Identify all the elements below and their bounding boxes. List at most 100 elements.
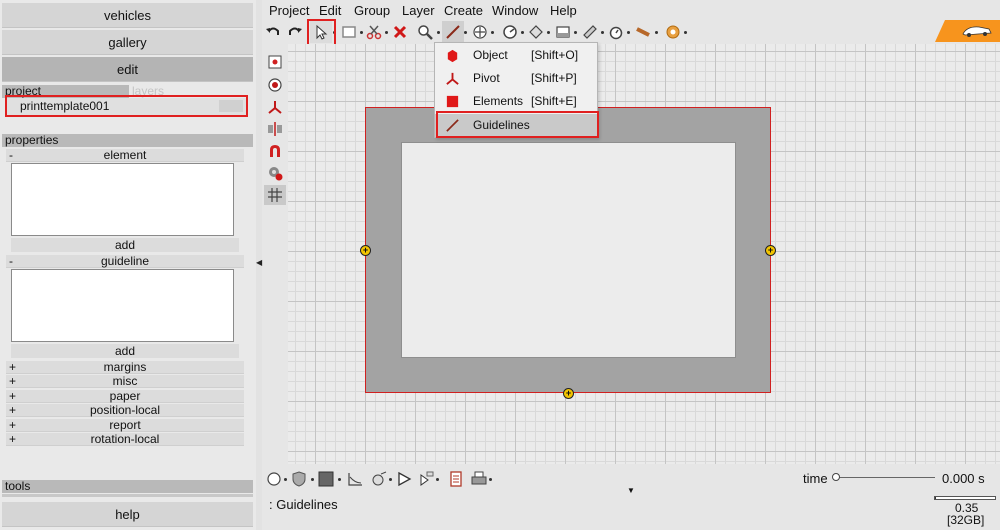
element-section-row[interactable]: - element <box>6 149 244 162</box>
highlight-select-tool <box>307 19 336 46</box>
dropdown-dot[interactable] <box>601 31 604 34</box>
guideline-add-button[interactable]: add <box>11 344 239 358</box>
menu-item-object[interactable]: Object [Shift+O] <box>435 44 597 67</box>
handle-right[interactable]: + <box>765 245 776 256</box>
select-frame-icon[interactable] <box>264 52 286 72</box>
property-group-label: paper <box>109 389 141 403</box>
graph-icon[interactable] <box>345 469 365 489</box>
handle-left[interactable]: + <box>360 245 371 256</box>
settings-icon[interactable] <box>264 163 286 183</box>
grid-icon[interactable] <box>264 185 286 205</box>
tag-icon[interactable] <box>525 21 547 43</box>
scroll-down-caret-icon[interactable]: ▼ <box>627 486 635 495</box>
zoom-icon[interactable] <box>414 21 436 43</box>
tools-header: tools <box>2 480 253 493</box>
menu-item-label: Elements <box>473 94 524 108</box>
property-group-margins[interactable]: + margins <box>6 361 244 374</box>
undo-icon[interactable] <box>262 21 284 43</box>
dropdown-dot[interactable] <box>627 31 630 34</box>
circle-shape-icon[interactable] <box>264 469 284 489</box>
menu-item-elements[interactable]: Elements [Shift+E] <box>435 90 597 113</box>
menu-group[interactable]: Group <box>354 2 390 20</box>
dropdown-dot[interactable] <box>436 478 439 481</box>
axes-icon[interactable] <box>264 97 286 117</box>
element-list[interactable] <box>11 163 234 236</box>
cut-icon[interactable] <box>363 21 385 43</box>
frame-step-icon[interactable] <box>416 469 436 489</box>
align-icon[interactable] <box>264 119 286 139</box>
menu-help[interactable]: Help <box>550 2 577 20</box>
bottom-toolbar <box>262 464 1000 530</box>
property-group-misc[interactable]: + misc <box>6 375 244 388</box>
dropdown-dot[interactable] <box>284 478 287 481</box>
time-label: time <box>803 471 828 486</box>
dropdown-dot[interactable] <box>437 31 440 34</box>
vehicles-button[interactable]: vehicles <box>2 3 253 28</box>
element-add-button[interactable]: add <box>11 238 239 252</box>
dropdown-dot[interactable] <box>385 31 388 34</box>
fill-color-icon[interactable] <box>316 469 336 489</box>
redo-icon[interactable] <box>284 21 306 43</box>
dropdown-dot[interactable] <box>489 478 492 481</box>
highlight-guidelines-item <box>436 111 599 138</box>
time-slider[interactable] <box>835 477 935 478</box>
shield-icon[interactable] <box>289 469 309 489</box>
move-icon[interactable] <box>469 21 491 43</box>
dropdown-dot[interactable] <box>547 31 550 34</box>
magnet-icon[interactable] <box>264 141 286 161</box>
menu-project[interactable]: Project <box>269 2 309 20</box>
property-group-position-local[interactable]: + position-local <box>6 404 244 417</box>
pencil-icon[interactable] <box>632 21 654 43</box>
paper-area[interactable] <box>401 142 736 358</box>
rectangle-icon[interactable] <box>338 21 360 43</box>
help-circle-icon[interactable] <box>662 21 684 43</box>
time-value: 0.000 s <box>942 471 985 486</box>
menu-layer[interactable]: Layer <box>402 2 435 20</box>
property-group-rotation-local[interactable]: + rotation-local <box>6 433 244 446</box>
guideline-section-row[interactable]: - guideline <box>6 255 244 268</box>
panel-splitter[interactable]: ◀ <box>256 0 262 530</box>
elements-square-icon <box>446 95 459 108</box>
time-slider-knob[interactable] <box>832 473 840 481</box>
menu-item-shortcut: [Shift+E] <box>531 94 577 108</box>
property-group-label: position-local <box>89 403 161 417</box>
help-button[interactable]: help <box>2 502 253 527</box>
handle-bottom[interactable]: + <box>563 388 574 399</box>
dropdown-dot[interactable] <box>574 31 577 34</box>
clock-icon[interactable] <box>605 21 627 43</box>
ruler-icon[interactable] <box>579 21 601 43</box>
dropdown-dot[interactable] <box>389 478 392 481</box>
target-icon[interactable] <box>264 75 286 95</box>
render-icon[interactable] <box>369 469 389 489</box>
property-group-label: misc <box>112 374 138 388</box>
tools-panel-edge <box>2 494 253 497</box>
menu-item-pivot[interactable]: Pivot [Shift+P] <box>435 67 597 90</box>
gallery-button[interactable]: gallery <box>2 30 253 55</box>
app-window: vehicles gallery edit project layers pri… <box>0 0 1000 530</box>
menu-item-label: Object <box>473 48 508 62</box>
menu-window[interactable]: Window <box>492 2 538 20</box>
guideline-pen-icon[interactable] <box>442 21 464 43</box>
snap-icon[interactable] <box>499 21 521 43</box>
document-icon[interactable] <box>446 469 466 489</box>
dropdown-dot[interactable] <box>311 478 314 481</box>
menu-create[interactable]: Create <box>444 2 483 20</box>
highlight-project-item <box>5 95 248 117</box>
dropdown-dot[interactable] <box>655 31 658 34</box>
property-group-paper[interactable]: + paper <box>6 390 244 403</box>
delete-icon[interactable] <box>389 21 411 43</box>
dropdown-dot[interactable] <box>464 31 467 34</box>
dropdown-dot[interactable] <box>491 31 494 34</box>
print-icon[interactable] <box>469 469 489 489</box>
guideline-section-title: guideline <box>100 254 150 268</box>
guideline-list[interactable] <box>11 269 234 342</box>
dropdown-dot[interactable] <box>684 31 687 34</box>
edit-button[interactable]: edit <box>2 57 253 82</box>
play-icon[interactable] <box>394 469 414 489</box>
dropdown-dot[interactable] <box>521 31 524 34</box>
property-group-report[interactable]: + report <box>6 419 244 432</box>
collapse-arrow-icon[interactable]: ◀ <box>256 258 262 267</box>
window-icon[interactable] <box>552 21 574 43</box>
dropdown-dot[interactable] <box>338 478 341 481</box>
menu-edit[interactable]: Edit <box>319 2 341 20</box>
